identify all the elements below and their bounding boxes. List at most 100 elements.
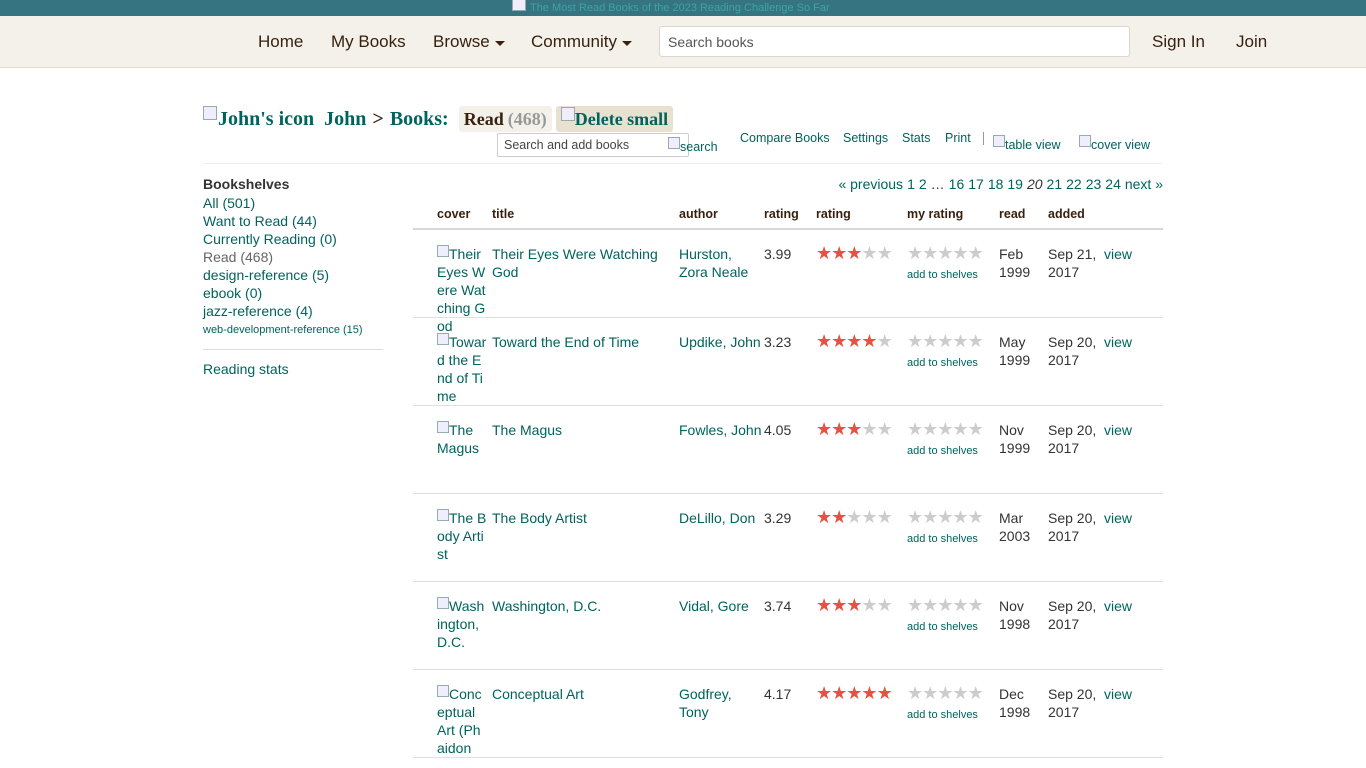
column-header-cover[interactable]: cover: [437, 207, 470, 221]
page-link-23[interactable]: 23: [1086, 176, 1102, 192]
shelf-web-development-reference[interactable]: web-development-reference (15): [203, 320, 383, 340]
book-cover[interactable]: Conceptual Art (Phaidon: [437, 685, 487, 757]
view-review-link[interactable]: view: [1104, 597, 1132, 615]
empty-star-icon[interactable]: ★: [937, 595, 953, 615]
view-review-link[interactable]: view: [1104, 421, 1132, 439]
my-rating-stars[interactable]: ★★★★★: [907, 595, 984, 615]
settings-link[interactable]: Settings: [843, 131, 888, 145]
delete-shelf-button[interactable]: Delete small: [555, 106, 674, 132]
book-cover[interactable]: Toward the End of Time: [437, 333, 487, 405]
shelf-search-button[interactable]: search: [668, 137, 718, 154]
print-link[interactable]: Print: [945, 131, 971, 145]
next-page-link[interactable]: next »: [1125, 176, 1163, 192]
empty-star-icon[interactable]: ★: [952, 507, 968, 527]
column-header-added[interactable]: added: [1048, 207, 1085, 221]
empty-star-icon[interactable]: ★: [922, 331, 938, 351]
empty-star-icon[interactable]: ★: [922, 419, 938, 439]
page-link-24[interactable]: 24: [1105, 176, 1121, 192]
empty-star-icon[interactable]: ★: [952, 243, 968, 263]
add-to-shelves-link[interactable]: add to shelves: [907, 706, 978, 724]
book-title-link[interactable]: Toward the End of Time: [492, 333, 667, 351]
join-link[interactable]: Join: [1236, 32, 1267, 52]
empty-star-icon[interactable]: ★: [907, 595, 923, 615]
add-to-shelves-link[interactable]: add to shelves: [907, 354, 978, 372]
book-author-link[interactable]: Vidal, Gore: [679, 597, 763, 615]
shelf-ebook[interactable]: ebook (0): [203, 284, 383, 302]
empty-star-icon[interactable]: ★: [907, 507, 923, 527]
book-author-link[interactable]: Updike, John: [679, 333, 763, 351]
nav-my-books[interactable]: My Books: [331, 32, 406, 52]
empty-star-icon[interactable]: ★: [968, 243, 984, 263]
my-rating-stars[interactable]: ★★★★★: [907, 683, 984, 703]
page-link-1[interactable]: 1: [907, 176, 915, 192]
reading-stats-link[interactable]: Reading stats: [203, 360, 383, 378]
nav-browse[interactable]: Browse: [433, 32, 505, 52]
promo-banner-image[interactable]: The Most Read Books of the 2023 Reading …: [512, 0, 830, 16]
table-view-button[interactable]: table view: [993, 135, 1061, 152]
book-cover[interactable]: The Magus: [437, 421, 487, 457]
stats-link[interactable]: Stats: [902, 131, 931, 145]
my-rating-stars[interactable]: ★★★★★: [907, 507, 984, 527]
page-link-2[interactable]: 2: [919, 176, 927, 192]
empty-star-icon[interactable]: ★: [952, 683, 968, 703]
book-cover[interactable]: The Body Artist: [437, 509, 487, 563]
add-to-shelves-link[interactable]: add to shelves: [907, 266, 978, 284]
view-review-link[interactable]: view: [1104, 245, 1132, 263]
book-cover[interactable]: Washington, D.C.: [437, 597, 487, 651]
empty-star-icon[interactable]: ★: [968, 683, 984, 703]
page-link-16[interactable]: 16: [949, 176, 965, 192]
empty-star-icon[interactable]: ★: [937, 507, 953, 527]
empty-star-icon[interactable]: ★: [907, 331, 923, 351]
column-header-my-rating[interactable]: my rating: [907, 207, 963, 221]
promo-banner[interactable]: The Most Read Books of the 2023 Reading …: [0, 0, 1366, 16]
empty-star-icon[interactable]: ★: [968, 507, 984, 527]
page-link-18[interactable]: 18: [988, 176, 1004, 192]
column-header-author[interactable]: author: [679, 207, 718, 221]
view-review-link[interactable]: view: [1104, 333, 1132, 351]
page-link-22[interactable]: 22: [1066, 176, 1082, 192]
nav-community[interactable]: Community: [531, 32, 632, 52]
book-title-link[interactable]: The Magus: [492, 421, 667, 439]
column-header-rating[interactable]: rating: [816, 207, 851, 221]
shelf-currently-reading[interactable]: Currently Reading (0): [203, 230, 383, 248]
books-link[interactable]: Books:: [390, 108, 449, 131]
previous-page-link[interactable]: « previous: [838, 176, 903, 192]
shelf-want-to-read[interactable]: Want to Read (44): [203, 212, 383, 230]
page-link-21[interactable]: 21: [1047, 176, 1063, 192]
add-to-shelves-link[interactable]: add to shelves: [907, 618, 978, 636]
empty-star-icon[interactable]: ★: [907, 243, 923, 263]
empty-star-icon[interactable]: ★: [907, 419, 923, 439]
book-title-link[interactable]: Washington, D.C.: [492, 597, 667, 615]
empty-star-icon[interactable]: ★: [952, 595, 968, 615]
shelf-design-reference[interactable]: design-reference (5): [203, 266, 383, 284]
column-header-read[interactable]: read: [999, 207, 1025, 221]
add-to-shelves-link[interactable]: add to shelves: [907, 442, 978, 460]
shelf-all[interactable]: All (501): [203, 194, 383, 212]
search-books-input[interactable]: [659, 26, 1130, 57]
add-to-shelves-link[interactable]: add to shelves: [907, 530, 978, 548]
nav-home[interactable]: Home: [258, 32, 303, 52]
sign-in-link[interactable]: Sign In: [1152, 32, 1205, 52]
empty-star-icon[interactable]: ★: [922, 595, 938, 615]
shelf-read[interactable]: Read (468): [203, 248, 383, 266]
page-link-19[interactable]: 19: [1007, 176, 1023, 192]
my-rating-stars[interactable]: ★★★★★: [907, 331, 984, 351]
empty-star-icon[interactable]: ★: [922, 507, 938, 527]
book-author-link[interactable]: Hurston, Zora Neale: [679, 245, 763, 281]
empty-star-icon[interactable]: ★: [937, 419, 953, 439]
empty-star-icon[interactable]: ★: [922, 683, 938, 703]
empty-star-icon[interactable]: ★: [937, 243, 953, 263]
book-author-link[interactable]: Godfrey, Tony: [679, 685, 763, 721]
empty-star-icon[interactable]: ★: [937, 683, 953, 703]
my-rating-stars[interactable]: ★★★★★: [907, 243, 984, 263]
compare-books-link[interactable]: Compare Books: [740, 131, 830, 145]
empty-star-icon[interactable]: ★: [968, 331, 984, 351]
book-title-link[interactable]: Their Eyes Were Watching God: [492, 245, 667, 281]
my-rating-stars[interactable]: ★★★★★: [907, 419, 984, 439]
empty-star-icon[interactable]: ★: [968, 419, 984, 439]
user-name-link[interactable]: John: [324, 108, 366, 131]
empty-star-icon[interactable]: ★: [907, 683, 923, 703]
user-avatar[interactable]: John's icon: [203, 106, 314, 131]
empty-star-icon[interactable]: ★: [952, 419, 968, 439]
book-author-link[interactable]: Fowles, John: [679, 421, 763, 439]
